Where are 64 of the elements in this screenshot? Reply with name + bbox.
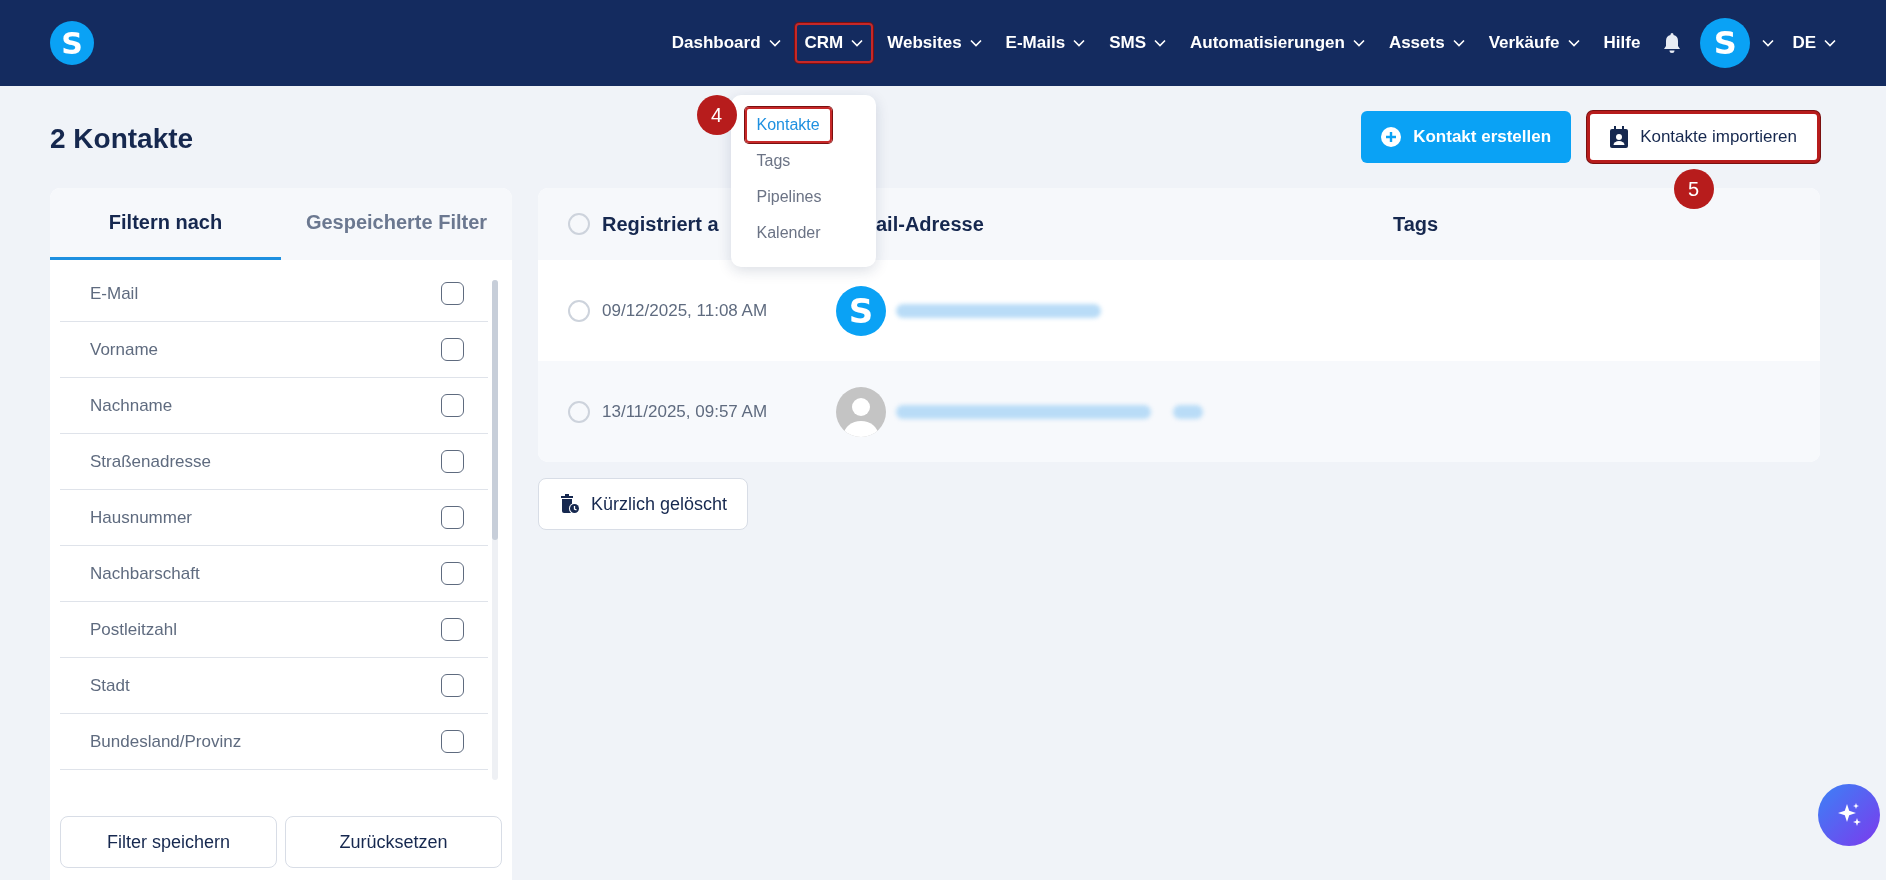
checkbox[interactable] bbox=[441, 730, 464, 753]
caret-icon bbox=[1153, 39, 1166, 47]
filter-tab[interactable]: Gespeicherte Filter bbox=[281, 188, 512, 260]
column-header: ail-Adresse bbox=[876, 212, 985, 236]
column-header: Tags bbox=[1393, 212, 1439, 236]
nav-menu-item[interactable]: Automatisierungen bbox=[1179, 23, 1375, 63]
checkbox[interactable] bbox=[441, 394, 464, 417]
contact-card-icon bbox=[1610, 126, 1629, 148]
filter-field-label: Hausnummer bbox=[90, 507, 193, 528]
checkbox[interactable] bbox=[441, 282, 464, 305]
filter-field-label: Vorname bbox=[90, 339, 159, 360]
recently-deleted-button[interactable]: Kürzlich gelöscht bbox=[538, 478, 749, 530]
caret-icon bbox=[1352, 39, 1365, 47]
caret-icon bbox=[851, 39, 864, 47]
default-avatar-icon bbox=[836, 386, 886, 437]
checkbox[interactable] bbox=[441, 338, 464, 361]
filter-field-label: Postleitzahl bbox=[90, 619, 177, 640]
caret-icon bbox=[1824, 39, 1836, 47]
bell-icon[interactable] bbox=[1662, 32, 1683, 54]
filter-action-button[interactable]: Zurücksetzen bbox=[285, 816, 502, 868]
step-badge: 5 bbox=[1673, 169, 1714, 209]
nav-menu-item[interactable]: SMS bbox=[1099, 23, 1176, 63]
filter-field-label: Straßenadresse bbox=[90, 451, 211, 472]
nav-menu-item[interactable]: Hilfe bbox=[1593, 23, 1651, 63]
scrollbar[interactable] bbox=[492, 280, 498, 780]
blurred-text bbox=[1173, 404, 1203, 419]
filter-field-label: Stadt bbox=[90, 675, 130, 696]
contact-avatar: S bbox=[836, 285, 886, 336]
nav-menu-item[interactable]: Verkäufe bbox=[1478, 23, 1590, 63]
checkbox[interactable] bbox=[441, 450, 464, 473]
plus-circle-icon bbox=[1381, 127, 1402, 147]
checkbox[interactable] bbox=[441, 674, 464, 697]
filter-field-label: Nachname bbox=[90, 395, 173, 416]
caret-icon bbox=[1762, 39, 1775, 47]
checkbox[interactable] bbox=[441, 618, 464, 641]
filter-field-label: Nachbarschaft bbox=[90, 563, 200, 584]
registered-date: 13/11/2025, 09:57 AM bbox=[602, 401, 769, 422]
checkbox[interactable] bbox=[441, 506, 464, 529]
language-selector[interactable]: DE bbox=[1792, 33, 1836, 53]
caret-icon bbox=[768, 39, 781, 47]
nav-menu-item[interactable]: Websites bbox=[877, 23, 992, 63]
import-contacts-button[interactable]: Kontakte importieren bbox=[1587, 111, 1820, 163]
nav-menu-item[interactable]: Dashboard bbox=[661, 23, 791, 63]
menu-item[interactable]: Kalender bbox=[744, 215, 833, 251]
trash-clock-icon bbox=[559, 493, 581, 515]
filter-field-label: Bundesland/Provinz bbox=[90, 731, 242, 752]
menu-item[interactable]: Kontakte bbox=[744, 107, 832, 143]
registered-date: 09/12/2025, 11:08 AM bbox=[602, 300, 769, 321]
caret-icon bbox=[1073, 39, 1086, 47]
checkbox[interactable] bbox=[441, 562, 464, 585]
caret-icon bbox=[969, 39, 982, 47]
menu-item[interactable]: Pipelines bbox=[744, 179, 834, 215]
nav-menu-item[interactable]: E-Mails bbox=[995, 23, 1096, 63]
step-badge: 4 bbox=[696, 95, 737, 135]
filter-action-button[interactable]: Filter speichern bbox=[60, 816, 277, 868]
caret-icon bbox=[1452, 39, 1465, 47]
caret-icon bbox=[1567, 39, 1580, 47]
filter-field-label: E-Mail bbox=[90, 283, 139, 304]
filter-tab[interactable]: Filtern nach bbox=[50, 188, 281, 260]
menu-item[interactable]: Tags bbox=[744, 143, 803, 179]
nav-menu-item[interactable]: CRM bbox=[794, 23, 874, 63]
nav-menu-item[interactable]: Assets bbox=[1378, 23, 1475, 63]
page-title: 2 Kontakte bbox=[50, 122, 194, 155]
column-header: Registriert a bbox=[602, 212, 720, 236]
